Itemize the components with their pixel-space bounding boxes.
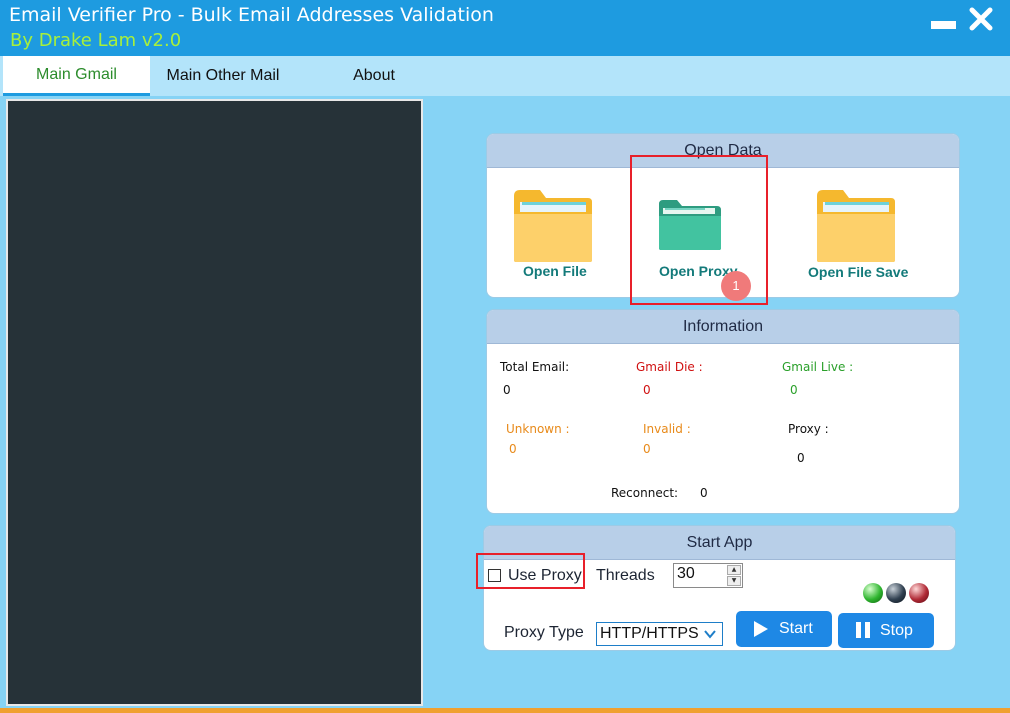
start-app-header: Start App [484, 526, 955, 560]
chevron-down-icon [704, 630, 716, 639]
unknown-label: Unknown : [506, 422, 570, 436]
use-proxy-checkbox[interactable] [488, 569, 501, 582]
gmail-live-value: 0 [790, 383, 798, 397]
threads-value: 30 [677, 565, 695, 582]
status-light-green [863, 583, 883, 603]
bottom-border [0, 708, 1010, 713]
start-button[interactable]: Start [736, 611, 832, 647]
proxy-value: 0 [797, 451, 805, 465]
proxy-label: Proxy : [788, 422, 829, 436]
window-title: Email Verifier Pro - Bulk Email Addresse… [9, 4, 494, 26]
title-bar: Email Verifier Pro - Bulk Email Addresse… [0, 0, 1010, 56]
threads-down-button[interactable]: ▼ [727, 576, 741, 586]
folder-icon[interactable] [512, 188, 594, 264]
open-file-save-button[interactable]: Open File Save [808, 264, 908, 280]
gmail-live-label: Gmail Live : [782, 360, 854, 374]
tab-main-gmail[interactable]: Main Gmail [3, 56, 150, 96]
step-badge: 1 [721, 271, 751, 301]
proxy-folder-icon[interactable] [657, 198, 723, 252]
close-icon[interactable] [968, 6, 994, 32]
window-subtitle: By Drake Lam v2.0 [10, 30, 182, 51]
use-proxy-label[interactable]: Use Proxy [508, 567, 582, 585]
proxy-type-value: HTTP/HTTPS [600, 625, 699, 642]
stop-button-label: Stop [880, 622, 913, 639]
threads-label: Threads [596, 567, 655, 584]
unknown-value: 0 [509, 442, 517, 456]
open-file-button[interactable]: Open File [523, 263, 587, 279]
total-email-value: 0 [503, 383, 511, 397]
status-light-red [909, 583, 929, 603]
pause-icon [856, 622, 870, 638]
open-data-header: Open Data [487, 134, 959, 168]
threads-stepper[interactable]: 30 ▲ ▼ [673, 563, 743, 588]
invalid-value: 0 [643, 442, 651, 456]
stop-button[interactable]: Stop [838, 613, 934, 648]
proxy-type-select[interactable]: HTTP/HTTPS [596, 622, 723, 646]
start-button-label: Start [779, 620, 813, 637]
proxy-type-label: Proxy Type [504, 624, 584, 641]
tab-main-other-mail[interactable]: Main Other Mail [150, 56, 296, 96]
invalid-label: Invalid : [643, 422, 691, 436]
tab-about[interactable]: About [318, 56, 430, 96]
threads-up-button[interactable]: ▲ [727, 565, 741, 575]
information-header: Information [487, 310, 959, 344]
play-icon [754, 621, 768, 637]
gmail-die-label: Gmail Die : [636, 360, 703, 374]
total-email-label: Total Email: [500, 360, 570, 374]
start-app-group: Start App Use Proxy Threads 30 ▲ ▼ Proxy… [483, 525, 956, 651]
status-light-black [886, 583, 906, 603]
reconnect-value: 0 [700, 486, 708, 500]
reconnect-label: Reconnect: [611, 486, 679, 500]
open-data-group: Open Data Open File Open Proxy Open File… [486, 133, 960, 298]
gmail-die-value: 0 [643, 383, 651, 397]
folder-save-icon[interactable] [815, 188, 897, 264]
information-group: Information Total Email: 0 Gmail Die : 0… [486, 309, 960, 514]
log-panel[interactable] [6, 99, 423, 706]
tab-bar: Main Gmail Main Other Mail About [0, 56, 1010, 96]
minimize-icon[interactable] [931, 21, 956, 29]
